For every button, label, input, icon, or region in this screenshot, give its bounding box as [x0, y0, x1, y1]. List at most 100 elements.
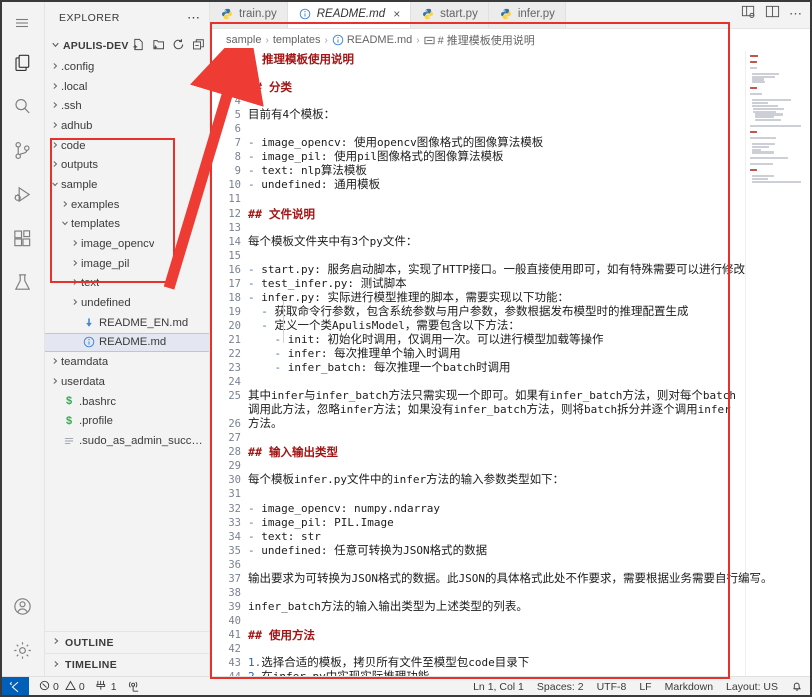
code-line[interactable] [248, 375, 737, 389]
tree-item-image_opencv[interactable]: image_opencv [45, 234, 209, 254]
tree-item-examples[interactable]: examples [45, 195, 209, 215]
tree-item-teamdata[interactable]: teamdata [45, 352, 209, 372]
tree-item-code[interactable]: code [45, 136, 209, 156]
code-line[interactable] [248, 586, 737, 600]
menu-icon[interactable] [0, 6, 45, 40]
status-cursor-position[interactable]: Ln 1, Col 1 [473, 681, 524, 693]
code-line[interactable]: infer_batch方法的输入输出类型为上述类型的列表。 [248, 600, 737, 614]
status-ports[interactable]: 1 [96, 680, 117, 694]
code-line[interactable]: - image_pil: 使用pil图像格式的图像算法模板 [248, 150, 737, 164]
tree-item-undefined[interactable]: undefined [45, 293, 209, 313]
search-icon[interactable] [0, 84, 45, 128]
code-line[interactable] [248, 614, 737, 628]
editor-tab-train-py[interactable]: train.py [210, 0, 288, 28]
testing-beaker-icon[interactable] [0, 260, 45, 304]
code-editor[interactable]: 1 2 3 4 5 6 7 8 9 10 11 12 13 14 15 16 17 18 19 20 21 22 23 24 2… [210, 51, 812, 676]
code-line[interactable] [248, 192, 737, 206]
code-line[interactable]: - 获取命令行参数，包含系统参数与用户参数，参数根据发布模型时的推理配置生成 [248, 305, 737, 319]
status-keyboard-layout[interactable]: Layout: US [726, 681, 778, 693]
code-line[interactable] [248, 249, 737, 263]
code-line[interactable] [248, 122, 737, 136]
tree-item-templates[interactable]: templates [45, 215, 209, 235]
code-line[interactable]: - test_infer.py: 测试脚本 [248, 277, 737, 291]
panel-outline[interactable]: OUTLINE [45, 632, 209, 654]
collapse-all-icon[interactable] [192, 38, 205, 54]
panel-timeline[interactable]: TIMELINE [45, 654, 209, 676]
tree-item-.bashrc[interactable]: $ .bashrc [45, 392, 209, 412]
code-line[interactable]: - infer.py: 实际进行模型推理的脚本，需要实现以下功能： [248, 291, 737, 305]
code-line[interactable]: ## 分类 [248, 80, 737, 94]
tree-item-.sudo_as_admin_successful[interactable]: .sudo_as_admin_successful [45, 431, 209, 451]
breadcrumb-item[interactable]: README.md [332, 34, 412, 46]
remote-window-icon[interactable] [0, 676, 29, 697]
code-line[interactable] [248, 642, 737, 656]
open-preview-icon[interactable] [741, 4, 756, 24]
code-line[interactable]: - image_opencv: numpy.ndarray [248, 502, 737, 516]
tree-item-.local[interactable]: .local [45, 77, 209, 97]
extensions-icon[interactable] [0, 216, 45, 260]
code-line[interactable]: ## 使用方法 [248, 628, 737, 642]
code-line[interactable] [248, 558, 737, 572]
settings-gear-icon[interactable] [0, 628, 45, 672]
tree-item-image_pil[interactable]: image_pil [45, 254, 209, 274]
editor-tab-infer-py[interactable]: infer.py [488, 0, 566, 28]
status-indentation[interactable]: Spaces: 2 [537, 681, 584, 693]
code-line[interactable]: 输出要求为可转换为JSON格式的数据。此JSON的具体格式此处不作要求，需要根据… [248, 572, 773, 586]
code-line[interactable] [248, 459, 737, 473]
code-line[interactable]: - undefined: 任意可转换为JSON格式的数据 [248, 544, 737, 558]
code-line[interactable]: - image_opencv: 使用opencv图像格式的图像算法模板 [248, 136, 737, 150]
code-line[interactable]: 其中infer与infer_batch方法只需实现一个即可。如果有infer_b… [248, 389, 737, 431]
bell-icon[interactable] [791, 680, 803, 695]
more-actions-icon[interactable]: ⋯ [789, 6, 803, 22]
tree-item-userdata[interactable]: userdata [45, 372, 209, 392]
code-line[interactable]: - infer: 每次推理单个输入时调用 [248, 347, 737, 361]
code-line[interactable]: - image_pil: PIL.Image [248, 516, 737, 530]
code-line[interactable] [248, 94, 737, 108]
code-line[interactable]: ## 文件说明 [248, 207, 737, 221]
code-line[interactable] [248, 66, 737, 80]
breadcrumb-item[interactable]: # 推理模板使用说明 [424, 32, 535, 48]
accounts-icon[interactable] [0, 584, 45, 628]
tree-root-apulis-dev[interactable]: APULIS-DEV [45, 35, 209, 57]
code-line[interactable]: 每个模板infer.py文件中的infer方法的输入参数类型如下： [248, 473, 737, 487]
code-line[interactable]: 目前有4个模板： [248, 108, 737, 122]
status-eol[interactable]: LF [639, 681, 651, 693]
code-line[interactable]: - infer_batch: 每次推理一个batch时调用 [248, 361, 737, 375]
tree-item-.config[interactable]: .config [45, 57, 209, 77]
editor-scrollbar[interactable] [803, 51, 812, 676]
breadcrumb-item[interactable]: sample [226, 34, 261, 46]
run-and-debug-icon[interactable] [0, 172, 45, 216]
code-line[interactable]: - text: str [248, 530, 737, 544]
close-icon[interactable]: × [393, 7, 400, 21]
code-line[interactable] [248, 487, 737, 501]
new-file-icon[interactable] [132, 38, 145, 54]
tree-item-.profile[interactable]: $ .profile [45, 411, 209, 431]
code-line[interactable]: - 定义一个类ApulisModel，需要包含以下方法： [248, 319, 737, 333]
code-line[interactable] [248, 221, 737, 235]
status-problems[interactable]: 0 0 [39, 680, 85, 694]
tree-item-sample[interactable]: sample [45, 175, 209, 195]
code-line[interactable]: - start.py: 服务启动脚本，实现了HTTP接口。一般直接使用即可，如有… [248, 263, 745, 277]
tree-item-text[interactable]: text [45, 274, 209, 294]
refresh-icon[interactable] [172, 38, 185, 54]
tree-item-.ssh[interactable]: .ssh [45, 96, 209, 116]
code-content[interactable]: # 推理模板使用说明 ## 分类 目前有4个模板： - image_opencv… [248, 51, 773, 676]
code-line[interactable]: ## 输入输出类型 [248, 445, 737, 459]
editor-tab-start-py[interactable]: start.py [411, 0, 489, 28]
new-folder-icon[interactable] [152, 38, 165, 54]
explorer-icon[interactable] [0, 40, 45, 84]
sidebar-more-actions-icon[interactable]: ⋯ [187, 11, 201, 24]
editor-tab-readme-md[interactable]: README.md × [287, 0, 412, 28]
radio-tower-icon[interactable] [128, 681, 141, 693]
code-line[interactable]: - init: 初始化时调用，仅调用一次。可以进行模型加载等操作 [248, 333, 737, 347]
status-encoding[interactable]: UTF-8 [597, 681, 627, 693]
code-line[interactable]: # 推理模板使用说明 [248, 52, 737, 66]
split-editor-icon[interactable] [765, 4, 780, 24]
source-control-icon[interactable] [0, 128, 45, 172]
code-line[interactable]: 1.选择合适的模板，拷贝所有文件至模型包code目录下 [248, 656, 737, 670]
tree-item-outputs[interactable]: outputs [45, 155, 209, 175]
tree-item-readme.md[interactable]: README.md [45, 332, 209, 353]
status-language-mode[interactable]: Markdown [665, 681, 713, 693]
tree-item-adhub[interactable]: adhub [45, 116, 209, 136]
code-line[interactable]: 每个模板文件夹中有3个py文件： [248, 235, 737, 249]
